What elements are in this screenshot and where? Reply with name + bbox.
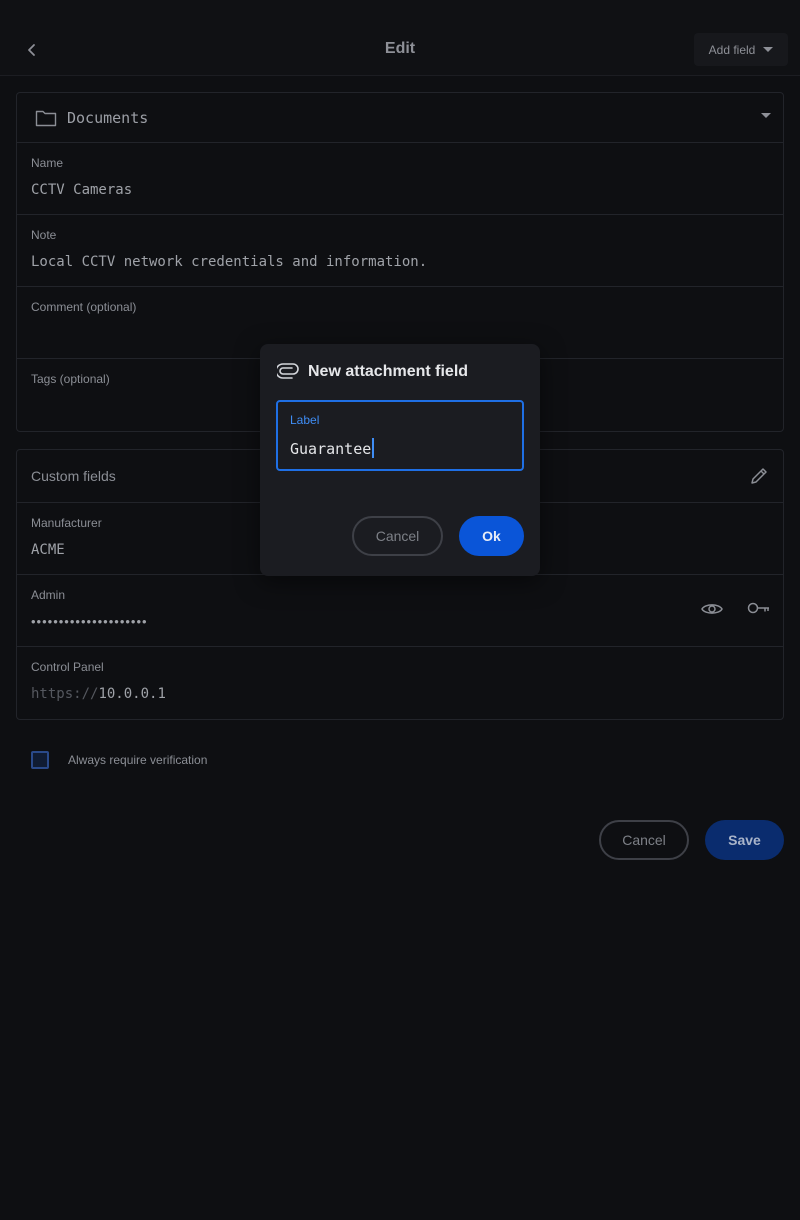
cancel-button[interactable]: Cancel <box>599 820 689 860</box>
folder-name: Documents <box>67 109 149 127</box>
caret-down-icon <box>763 46 774 52</box>
eye-icon[interactable] <box>701 601 723 617</box>
control-panel-field[interactable]: Control Panel https://10.0.0.1 <box>17 647 783 719</box>
folder-icon <box>35 110 57 127</box>
custom-fields-title: Custom fields <box>31 468 116 484</box>
url-protocol: https:// <box>31 686 99 702</box>
control-panel-label: Control Panel <box>31 660 104 674</box>
admin-field[interactable]: Admin ••••••••••••••••••••• <box>17 575 783 647</box>
paperclip-icon <box>277 363 299 379</box>
dialog-title: New attachment field <box>308 363 469 380</box>
new-attachment-field-dialog: New attachment field Label Guarantee Can… <box>260 344 540 576</box>
note-label: Note <box>31 228 57 242</box>
add-field-button[interactable]: Add field <box>694 33 788 66</box>
note-field[interactable]: Note Local CCTV network credentials and … <box>17 215 783 287</box>
page-title: Edit <box>384 40 416 57</box>
label-input[interactable]: Label Guarantee <box>276 400 524 471</box>
top-app-bar: Edit Add field <box>0 0 800 76</box>
label-input-label: Label <box>290 413 320 427</box>
manufacturer-label: Manufacturer <box>31 516 102 530</box>
caret-down-icon <box>761 113 771 118</box>
folder-selector[interactable]: Documents <box>17 93 783 143</box>
pencil-icon[interactable] <box>749 466 769 486</box>
add-field-label: Add field <box>708 42 756 57</box>
name-label: Name <box>31 156 64 170</box>
url-host: 10.0.0.1 <box>98 686 166 702</box>
note-value: Local CCTV network credentials and infor… <box>31 254 428 270</box>
dialog-cancel-button[interactable]: Cancel <box>352 516 443 556</box>
dialog-ok-button[interactable]: Ok <box>459 516 524 556</box>
text-cursor <box>372 438 375 458</box>
admin-password-value: ••••••••••••••••••••• <box>31 614 148 629</box>
admin-label: Admin <box>31 588 66 602</box>
key-icon[interactable] <box>747 601 771 615</box>
tags-label: Tags (optional) <box>31 372 110 386</box>
name-field[interactable]: Name CCTV Cameras <box>17 143 783 215</box>
label-input-value-wrap: Guarantee <box>290 438 375 458</box>
control-panel-url: https://10.0.0.1 <box>31 686 166 702</box>
label-input-value: Guarantee <box>290 440 372 458</box>
comment-label: Comment (optional) <box>31 300 137 314</box>
require-verification-checkbox[interactable] <box>31 751 49 769</box>
name-value: CCTV Cameras <box>31 182 133 198</box>
manufacturer-value: ACME <box>31 542 65 558</box>
save-button[interactable]: Save <box>705 820 784 860</box>
require-verification-label: Always require verification <box>68 753 208 767</box>
